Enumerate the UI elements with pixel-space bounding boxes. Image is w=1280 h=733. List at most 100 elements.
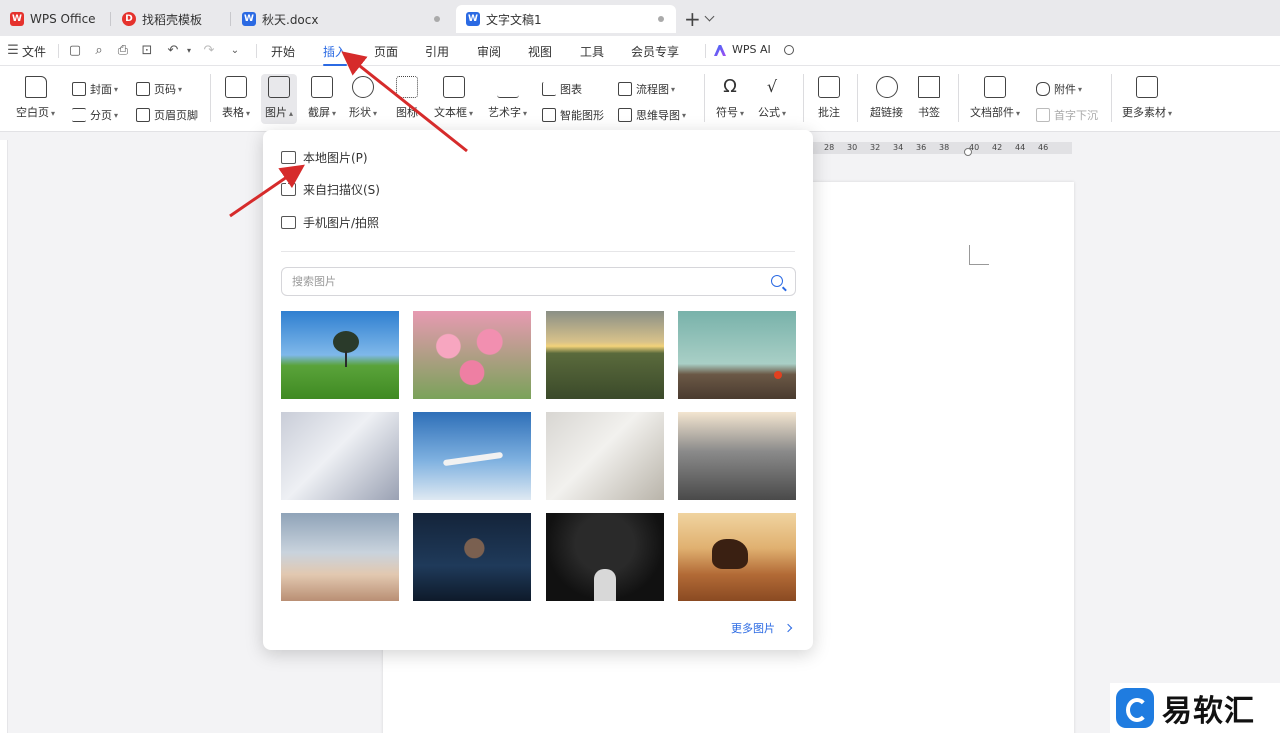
undo-dropdown-icon[interactable]: ▾ [182,44,196,58]
search-icon[interactable] [784,45,794,55]
attachment-button[interactable]: 附件 ▾ [1036,81,1082,97]
table-button[interactable]: 表格 ▾ [222,76,250,120]
menu-view[interactable]: 视图 [528,43,552,60]
wps-ai-button[interactable]: WPS AI [732,43,771,56]
divider [705,44,706,58]
smart-graphic-button[interactable]: 智能图形 [542,107,604,123]
tab-separator [110,12,111,26]
cover-button[interactable]: 封面 ▾ [72,81,118,97]
menu-page[interactable]: 页面 [374,43,398,60]
screenshot-button[interactable]: 截屏 ▾ [308,76,336,120]
thumbnail-apple-table[interactable] [678,311,796,399]
tab-autumn-docx[interactable]: W 秋天.docx [232,5,452,33]
header-footer-button[interactable]: 页眉页脚 [136,107,198,123]
vertical-ruler [0,140,8,733]
tree-canopy-shape [333,331,359,353]
more-materials-button[interactable]: 更多素材 ▾ [1122,76,1172,120]
comment-button[interactable]: 批注 [818,76,840,120]
thumbnail-running-horse[interactable] [678,513,796,601]
chevron-right-icon [783,623,793,633]
tab-document-1[interactable]: W 文字文稿1 [456,5,676,33]
picture-search-input[interactable] [292,275,752,288]
thumbnail-tree-field[interactable] [281,311,399,399]
chart-button[interactable]: 图表 [542,81,582,97]
wordart-label: 艺术字 [488,106,521,119]
tab-wps-office[interactable]: W WPS Office [0,5,110,33]
tab-close-dot-icon[interactable] [434,16,440,22]
doc-parts-icon [984,76,1006,98]
thumbnail-excited-worker[interactable] [413,513,531,601]
bookmark-icon [918,76,940,98]
more-pictures-link[interactable]: 更多图片 [731,620,793,636]
shape-label: 形状 [349,106,371,119]
thumbnail-airplane[interactable] [413,412,531,500]
thumbnail-chalkboard-thinking[interactable] [546,513,664,601]
page-break-button[interactable]: 分页 ▾ [72,107,118,123]
search-icon[interactable] [771,275,783,287]
page-number-label: 页码 [154,83,176,96]
comment-icon [818,76,840,98]
thumbnail-signing-contract[interactable] [546,412,664,500]
print-icon[interactable]: ⎙ [116,44,130,58]
menu-home[interactable]: 开始 [271,43,295,60]
page-number-button[interactable]: 页码 ▾ [136,81,182,97]
thumbnail-team-cheer[interactable] [281,513,399,601]
thumbnail-gym-treadmills[interactable] [678,412,796,500]
tab-list-chevron-down-icon[interactable] [704,11,715,22]
local-picture-item[interactable]: 本地图片(P) [281,149,368,166]
menu-insert[interactable]: 插入 [323,43,348,66]
wps-ai-logo-icon [714,45,726,56]
ruler-tick: 42 [992,143,1003,152]
scanner-icon [281,183,296,196]
textbox-button[interactable]: 文本框 ▾ [434,76,473,120]
airplane-shape [442,451,504,467]
divider [58,44,59,58]
ruler-tick: 28 [824,143,835,152]
doc-parts-button[interactable]: 文档部件 ▾ [970,76,1020,120]
bookmark-button[interactable]: 书签 [918,76,940,120]
blank-page-button[interactable]: 空白页 ▾ [16,76,55,120]
save-icon[interactable]: ▢ [68,44,82,58]
thumbnail-business-handshake[interactable] [281,412,399,500]
picture-button[interactable]: 图片 ▴ [261,74,298,124]
tab-close-dot-icon[interactable] [658,16,664,22]
tab-label: 找稻壳模板 [142,12,203,27]
scanner-label: 来自扫描仪(S) [303,183,380,197]
smart-graphic-label: 智能图形 [560,109,604,122]
symbol-button[interactable]: Ω 符号 ▾ [716,76,744,120]
redo-icon[interactable]: ↷ [202,44,216,58]
hyperlink-button[interactable]: 超链接 [870,76,903,120]
phone-picture-item[interactable]: 手机图片/拍照 [281,214,379,231]
thumbnail-solar-farm[interactable] [546,311,664,399]
hamburger-menu-icon[interactable]: ☰ [6,44,20,58]
shape-button[interactable]: 形状 ▾ [349,76,377,120]
print-preview-icon[interactable]: ⊡ [140,44,154,58]
tree-trunk-shape [345,351,347,367]
menu-review[interactable]: 审阅 [477,43,501,60]
tab-docer-templates[interactable]: D 找稻壳模板 [112,5,230,33]
export-icon[interactable]: ⌕ [92,44,106,58]
cover-label: 封面 [90,83,112,96]
formula-button[interactable]: √ 公式 ▾ [758,76,786,120]
menu-member[interactable]: 会员专享 [631,43,679,60]
indent-marker-handle[interactable] [964,148,972,156]
drop-cap-button[interactable]: 首字下沉 [1036,107,1098,123]
thumbnail-tulips[interactable] [413,311,531,399]
picture-icon [268,76,290,98]
icon-button[interactable]: 图标 [396,76,418,120]
horizontal-ruler[interactable]: 28 30 32 34 36 38 40 42 44 46 [812,142,1072,156]
table-icon [225,76,247,98]
quick-access-more-icon[interactable]: ⌄ [228,44,242,58]
flowchart-button[interactable]: 流程图 ▾ [618,81,675,97]
wordart-button[interactable]: 艺术字 ▾ [488,76,527,120]
new-tab-plus-icon[interactable]: + [684,7,701,31]
mindmap-button[interactable]: 思维导图 ▾ [618,107,686,123]
file-menu[interactable]: 文件 [22,43,46,60]
screenshot-icon [311,76,333,98]
menu-references[interactable]: 引用 [425,43,449,60]
undo-icon[interactable]: ↶ [166,44,180,58]
scanner-item[interactable]: 来自扫描仪(S) [281,181,380,198]
menu-tools[interactable]: 工具 [580,43,604,60]
ruler-tick: 34 [893,143,904,152]
shape-icon [352,76,374,98]
